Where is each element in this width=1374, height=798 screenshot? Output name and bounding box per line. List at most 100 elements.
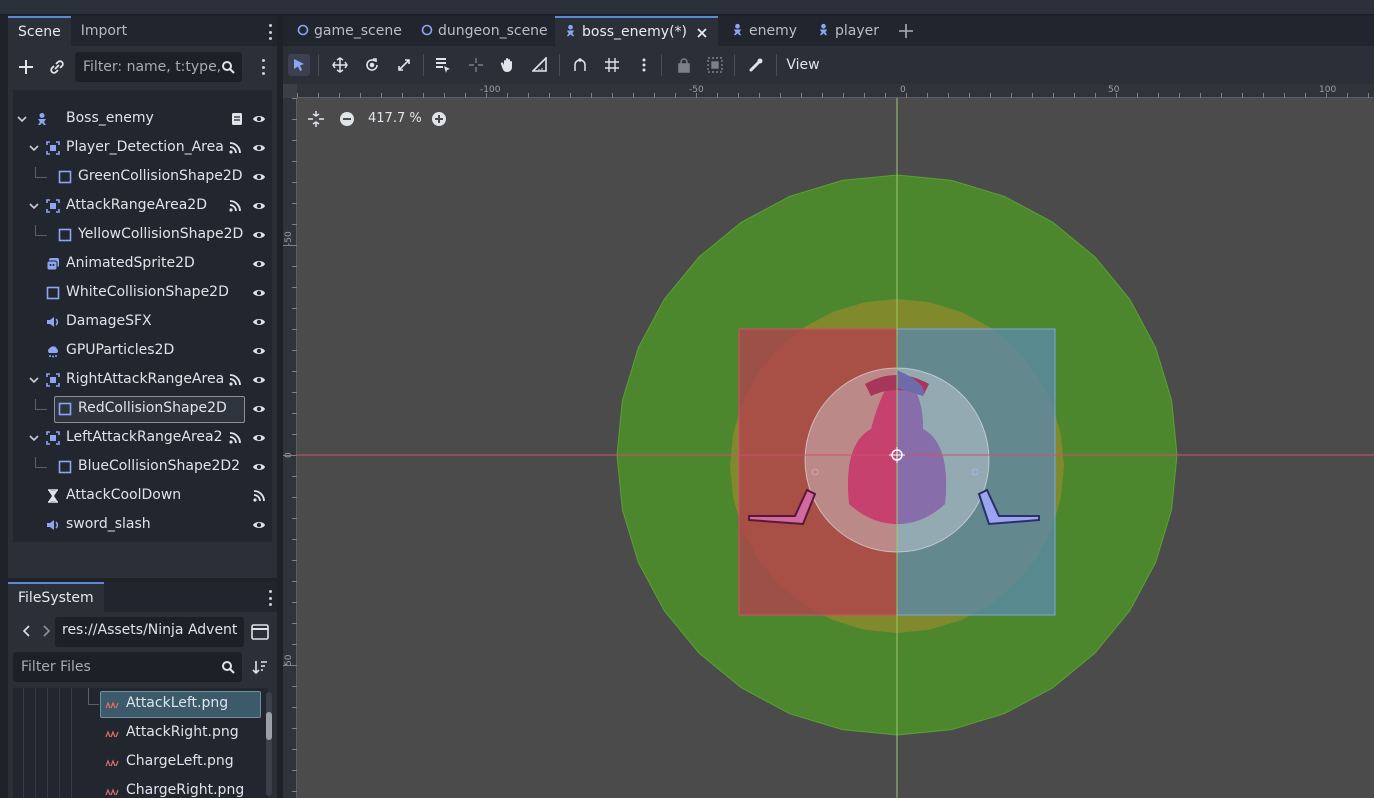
filesystem-dock: FileSystem res://Assets/Ninja Advent Att… (8, 582, 277, 798)
visibility-eye-icon[interactable] (252, 257, 266, 271)
top-ruler: -100 -50 0 50 100 (297, 84, 1374, 98)
tree-node-left-attack-range-area[interactable]: LeftAttackRangeArea2 (13, 424, 272, 453)
dock-menu-icon[interactable] (267, 590, 273, 606)
group-icon[interactable] (704, 54, 726, 76)
visibility-eye-icon[interactable] (252, 431, 266, 445)
collision-shape-icon (46, 286, 60, 300)
character-body-icon (733, 23, 742, 36)
search-icon (217, 656, 239, 678)
zoom-level[interactable]: 417.7 % (368, 111, 422, 126)
tree-node-white-collision-shape[interactable]: WhiteCollisionShape2D (13, 279, 272, 308)
forward-arrow-icon[interactable] (35, 620, 57, 642)
lock-icon[interactable] (673, 54, 695, 76)
file-list-scrollbar[interactable] (266, 692, 272, 796)
tree-node-gpu-particles[interactable]: GPUParticles2D (13, 337, 272, 366)
grid-snap-icon[interactable] (601, 54, 623, 76)
file-item[interactable]: AttackLeft.png (13, 690, 261, 719)
file-item[interactable]: ChargeLeft.png (13, 748, 258, 777)
zoom-in-icon[interactable] (431, 111, 447, 127)
script-icon[interactable] (230, 112, 244, 126)
tree-node-boss-enemy[interactable]: Boss_enemy (13, 105, 272, 134)
tab-filesystem[interactable]: FileSystem (8, 582, 104, 612)
tab-import[interactable]: Import (71, 16, 137, 46)
new-tab-plus-icon[interactable] (898, 23, 914, 39)
visibility-eye-icon[interactable] (252, 286, 266, 300)
image-file-icon (105, 730, 119, 738)
tree-node-sword-slash[interactable]: sword_slash (13, 511, 272, 540)
smart-snap-icon[interactable] (569, 54, 591, 76)
pan-mode-icon[interactable] (497, 54, 519, 76)
collision-shape-icon (58, 170, 72, 184)
filter-files-input[interactable] (13, 652, 242, 682)
rotate-mode-icon[interactable] (361, 54, 383, 76)
zoom-out-icon[interactable] (339, 111, 355, 127)
ruler-corner (283, 84, 297, 98)
tree-node-green-collision-shape[interactable]: GreenCollisionShape2D (13, 163, 272, 192)
canvas-viewport[interactable]: -100 -50 0 50 100 -50 0 50 417.7 % (283, 84, 1374, 798)
canvas-toolbar: View (283, 46, 1374, 84)
view-menu-button[interactable]: View (783, 54, 823, 76)
tab-boss-enemy[interactable]: boss_enemy(*) (555, 16, 718, 46)
scene-dock: Scene Import Boss_enemy (8, 16, 277, 644)
tab-dungeon-scene[interactable]: dungeon_scene (413, 16, 556, 46)
tree-node-blue-collision-shape[interactable]: BlueCollisionShape2D2 (13, 453, 272, 482)
visibility-eye-icon[interactable] (252, 228, 266, 242)
tree-node-yellow-collision-shape[interactable]: YellowCollisionShape2D (13, 221, 272, 250)
center-view-icon[interactable] (307, 110, 325, 128)
scene-options-icon[interactable] (260, 59, 266, 75)
collision-shape-icon (58, 402, 72, 416)
visibility-eye-icon[interactable] (252, 344, 266, 358)
skeleton-bone-icon[interactable] (745, 54, 767, 76)
tree-node-red-collision-shape[interactable]: RedCollisionShape2D (13, 395, 272, 424)
pivot-mode-icon[interactable] (465, 54, 487, 76)
signal-icon[interactable] (228, 199, 242, 213)
ruler-mode-icon[interactable] (529, 54, 551, 76)
tree-node-damage-sfx[interactable]: DamageSFX (13, 308, 272, 337)
visibility-eye-icon[interactable] (252, 402, 266, 416)
dock-menu-icon[interactable] (267, 24, 273, 40)
signal-icon[interactable] (228, 141, 242, 155)
filesystem-dock-tabs: FileSystem (8, 582, 277, 612)
sort-icon[interactable] (249, 656, 271, 678)
animated-sprite-icon (46, 258, 59, 271)
search-icon (217, 56, 239, 78)
tree-node-animated-sprite[interactable]: AnimatedSprite2D (13, 250, 272, 279)
visibility-eye-icon[interactable] (252, 373, 266, 387)
close-icon[interactable] (696, 27, 708, 39)
visibility-eye-icon[interactable] (252, 141, 266, 155)
visibility-eye-icon[interactable] (252, 315, 266, 329)
path-field[interactable]: res://Assets/Ninja Advent (55, 617, 244, 647)
visibility-eye-icon[interactable] (252, 112, 266, 126)
tab-player[interactable]: player (809, 16, 887, 46)
tree-node-right-attack-range-area[interactable]: RightAttackRangeArea (13, 366, 272, 395)
list-select-icon[interactable] (432, 54, 454, 76)
tree-node-attack-range-area[interactable]: AttackRangeArea2D (13, 192, 272, 221)
visibility-eye-icon[interactable] (252, 460, 266, 474)
split-view-icon[interactable] (249, 621, 271, 643)
visibility-eye-icon[interactable] (252, 518, 266, 532)
node2d-icon (421, 24, 433, 36)
tab-enemy[interactable]: enemy (723, 16, 805, 46)
image-file-icon (105, 701, 119, 709)
node2d-icon (297, 24, 309, 36)
scene-tab-bar: game_scene dungeon_scene boss_enemy(*) e… (283, 16, 1374, 46)
scale-mode-icon[interactable] (393, 54, 415, 76)
signal-icon[interactable] (252, 489, 266, 503)
tab-scene[interactable]: Scene (8, 16, 71, 46)
tree-node-attack-cooldown[interactable]: AttackCoolDown (13, 482, 272, 511)
tab-game-scene[interactable]: game_scene (289, 16, 410, 46)
link-icon[interactable] (46, 56, 68, 78)
add-node-icon[interactable] (15, 56, 37, 78)
file-item[interactable]: ChargeRight.png (13, 777, 258, 798)
visibility-eye-icon[interactable] (252, 170, 266, 184)
select-mode-icon[interactable] (288, 54, 310, 76)
signal-icon[interactable] (228, 373, 242, 387)
snap-options-icon[interactable] (633, 54, 655, 76)
visibility-eye-icon[interactable] (252, 199, 266, 213)
file-item[interactable]: AttackRight.png (13, 719, 258, 748)
file-list: AttackLeft.png AttackRight.png ChargeLef… (13, 688, 268, 798)
signal-icon[interactable] (228, 431, 242, 445)
canvas-scene[interactable] (283, 84, 1374, 798)
move-mode-icon[interactable] (329, 54, 351, 76)
tree-node-player-detection-area[interactable]: Player_Detection_Area (13, 134, 272, 163)
